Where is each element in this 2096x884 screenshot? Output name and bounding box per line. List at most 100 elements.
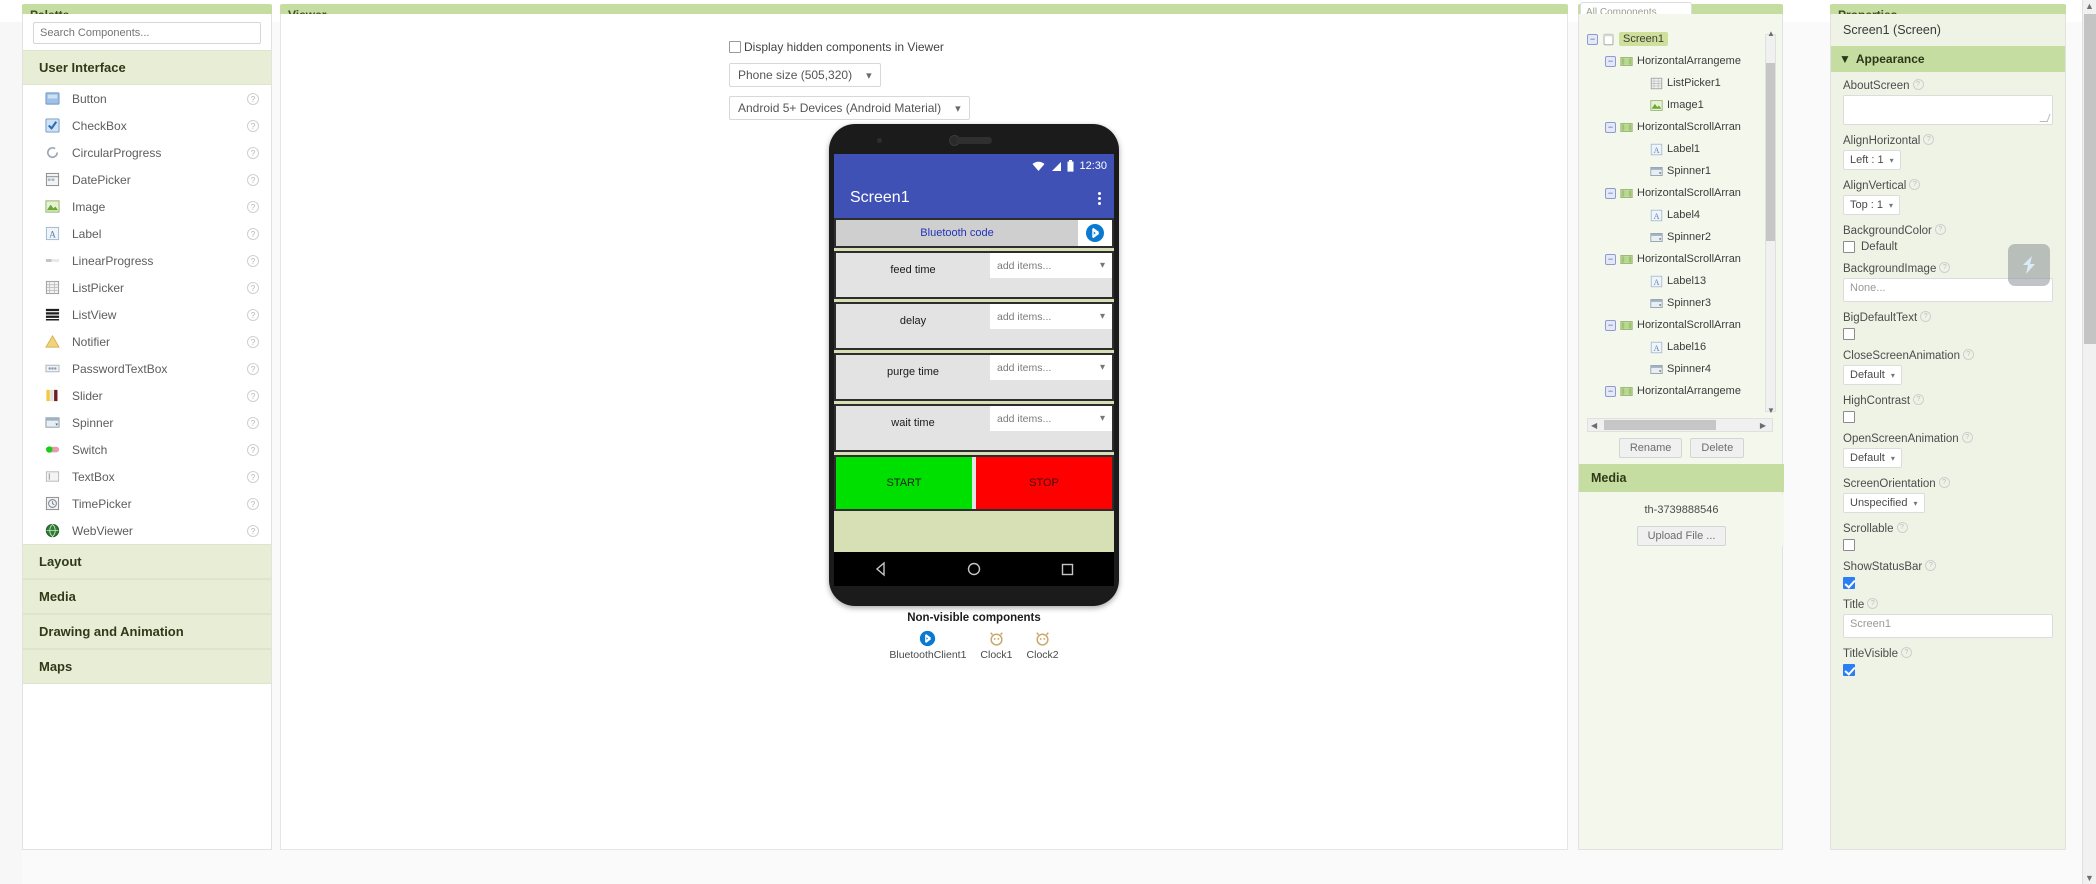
property-checkbox-row[interactable]	[1843, 577, 2053, 589]
property-checkbox[interactable]	[1843, 539, 1855, 551]
tree-toggle-icon[interactable]: −	[1605, 253, 1616, 265]
upload-file-button[interactable]: Upload File ...	[1636, 526, 1727, 546]
help-icon[interactable]: ?	[1939, 262, 1951, 273]
palette-item-timepicker[interactable]: TimePicker?	[23, 490, 271, 517]
page-scroll-thumb[interactable]	[2084, 14, 2096, 344]
property-checkbox[interactable]	[1843, 328, 1855, 340]
property-checkbox[interactable]	[1843, 411, 1855, 423]
tree-node-horizontalscrollarran[interactable]: − HorizontalScrollArran	[1585, 314, 1784, 336]
tree-node-label13[interactable]: A Label13	[1585, 270, 1784, 292]
tree-toggle-icon[interactable]: −	[1605, 319, 1616, 331]
tree-vertical-scrollbar[interactable]: ▲ ▼	[1765, 29, 1776, 415]
home-icon[interactable]	[966, 561, 982, 577]
tree-node-horizontalarrangeme[interactable]: − HorizontalArrangeme	[1585, 50, 1784, 72]
help-icon[interactable]: ?	[247, 92, 259, 105]
palette-item-circularprogress[interactable]: CircularProgress?	[23, 139, 271, 166]
page-scrollbar[interactable]: ▲ ▼	[2082, 0, 2096, 884]
overflow-menu-icon[interactable]	[1098, 191, 1101, 205]
tree-node-listpicker1[interactable]: ListPicker1	[1585, 72, 1784, 94]
property-checkbox-row[interactable]	[1843, 539, 2053, 551]
help-icon[interactable]: ?	[1934, 224, 1946, 235]
delete-button[interactable]: Delete	[1690, 438, 1745, 458]
delay-arrangement[interactable]: delay add items... ▾	[834, 302, 1114, 350]
palette-item-slider[interactable]: Slider?	[23, 382, 271, 409]
tree-node-horizontalscrollarran[interactable]: − HorizontalScrollArran	[1585, 182, 1784, 204]
property-checkbox-row[interactable]	[1843, 328, 2053, 340]
property-select[interactable]: Default ▾	[1843, 365, 1902, 385]
help-icon[interactable]: ?	[1961, 432, 1973, 443]
property-checkbox-row[interactable]	[1843, 664, 2053, 676]
tree-node-spinner2[interactable]: Spinner2	[1585, 226, 1784, 248]
palette-item-listview[interactable]: ListView?	[23, 301, 271, 328]
buttons-arrangement[interactable]: START STOP	[834, 455, 1114, 511]
tree-hscroll-thumb[interactable]	[1604, 420, 1716, 430]
feed-time-spinner[interactable]: add items... ▾	[990, 253, 1112, 278]
tree-vscroll-thumb[interactable]	[1766, 63, 1775, 241]
appearance-section-header[interactable]: ▼ Appearance	[1831, 46, 2065, 72]
tree-node-horizontalarrangeme[interactable]: − HorizontalArrangeme	[1585, 380, 1784, 402]
tree-node-screen1[interactable]: − Screen1	[1585, 28, 1784, 50]
help-icon[interactable]: ?	[1912, 79, 1924, 90]
property-select[interactable]: Top : 1 ▾	[1843, 195, 1901, 215]
display-hidden-components-checkbox[interactable]	[729, 41, 741, 53]
help-icon[interactable]: ?	[247, 443, 259, 456]
tree-node-horizontalscrollarran[interactable]: − HorizontalScrollArran	[1585, 116, 1784, 138]
property-textfield[interactable]: Screen1	[1843, 614, 2053, 638]
palette-item-switch[interactable]: Switch?	[23, 436, 271, 463]
property-select[interactable]: Default ▾	[1843, 448, 1902, 468]
property-checkbox[interactable]	[1843, 577, 1855, 589]
tree-node-label16[interactable]: A Label16	[1585, 336, 1784, 358]
tree-toggle-icon[interactable]: −	[1587, 33, 1598, 45]
palette-item-label[interactable]: A Label?	[23, 220, 271, 247]
scroll-up-icon[interactable]: ▲	[1767, 29, 1775, 38]
help-icon[interactable]: ?	[1962, 349, 1974, 360]
help-icon[interactable]: ?	[247, 119, 259, 132]
purge-time-arrangement[interactable]: purge time add items... ▾	[834, 353, 1114, 401]
color-swatch-icon[interactable]	[1843, 241, 1855, 253]
help-icon[interactable]: ?	[247, 497, 259, 510]
help-icon[interactable]: ?	[247, 362, 259, 375]
delay-spinner[interactable]: add items... ▾	[990, 304, 1112, 329]
help-icon[interactable]: ?	[1923, 134, 1935, 145]
property-checkbox-row[interactable]	[1843, 411, 2053, 423]
palette-item-spinner[interactable]: Spinner?	[23, 409, 271, 436]
help-icon[interactable]: ?	[247, 335, 259, 348]
bluetooth-image[interactable]	[1078, 220, 1112, 246]
property-checkbox[interactable]	[1843, 664, 1855, 676]
stop-button[interactable]: STOP	[976, 457, 1112, 509]
help-icon[interactable]: ?	[247, 200, 259, 213]
palette-category-media[interactable]: Media	[23, 579, 271, 614]
recents-icon[interactable]	[1060, 562, 1075, 577]
back-icon[interactable]	[873, 561, 889, 577]
page-scroll-down-icon[interactable]: ▼	[2085, 873, 2094, 883]
help-icon[interactable]: ?	[1909, 179, 1921, 190]
non-visible-component[interactable]: BluetoothClient1	[889, 630, 966, 661]
help-icon[interactable]: ?	[247, 227, 259, 240]
tree-toggle-icon[interactable]: −	[1605, 187, 1616, 199]
display-hidden-components-row[interactable]: Display hidden components in Viewer	[729, 40, 1149, 54]
resize-grip-icon[interactable]	[2039, 114, 2051, 122]
help-icon[interactable]: ?	[247, 281, 259, 294]
tree-toggle-icon[interactable]: −	[1605, 55, 1616, 67]
help-icon[interactable]: ?	[247, 470, 259, 483]
help-icon[interactable]: ?	[1867, 598, 1879, 609]
palette-item-notifier[interactable]: Notifier?	[23, 328, 271, 355]
palette-item-textbox[interactable]: TextBox?	[23, 463, 271, 490]
scroll-left-icon[interactable]: ◀	[1588, 421, 1600, 430]
palette-category-user-interface[interactable]: User Interface	[23, 50, 271, 85]
help-icon[interactable]: ?	[1896, 522, 1908, 533]
bluetooth-arrangement[interactable]: Bluetooth code	[834, 218, 1114, 248]
scroll-down-icon[interactable]: ▼	[1767, 406, 1775, 415]
property-select[interactable]: Unspecified ▾	[1843, 493, 1925, 513]
help-icon[interactable]: ?	[1938, 477, 1950, 488]
wait-time-arrangement[interactable]: wait time add items... ▾	[834, 404, 1114, 452]
floating-assistant-widget[interactable]	[2008, 244, 2050, 286]
tree-node-spinner3[interactable]: Spinner3	[1585, 292, 1784, 314]
help-icon[interactable]: ?	[247, 308, 259, 321]
palette-item-datepicker[interactable]: DatePicker?	[23, 166, 271, 193]
tree-node-image1[interactable]: Image1	[1585, 94, 1784, 116]
property-textarea[interactable]	[1843, 95, 2053, 125]
help-icon[interactable]: ?	[247, 416, 259, 429]
purge-time-spinner[interactable]: add items... ▾	[990, 355, 1112, 380]
help-icon[interactable]: ?	[247, 389, 259, 402]
